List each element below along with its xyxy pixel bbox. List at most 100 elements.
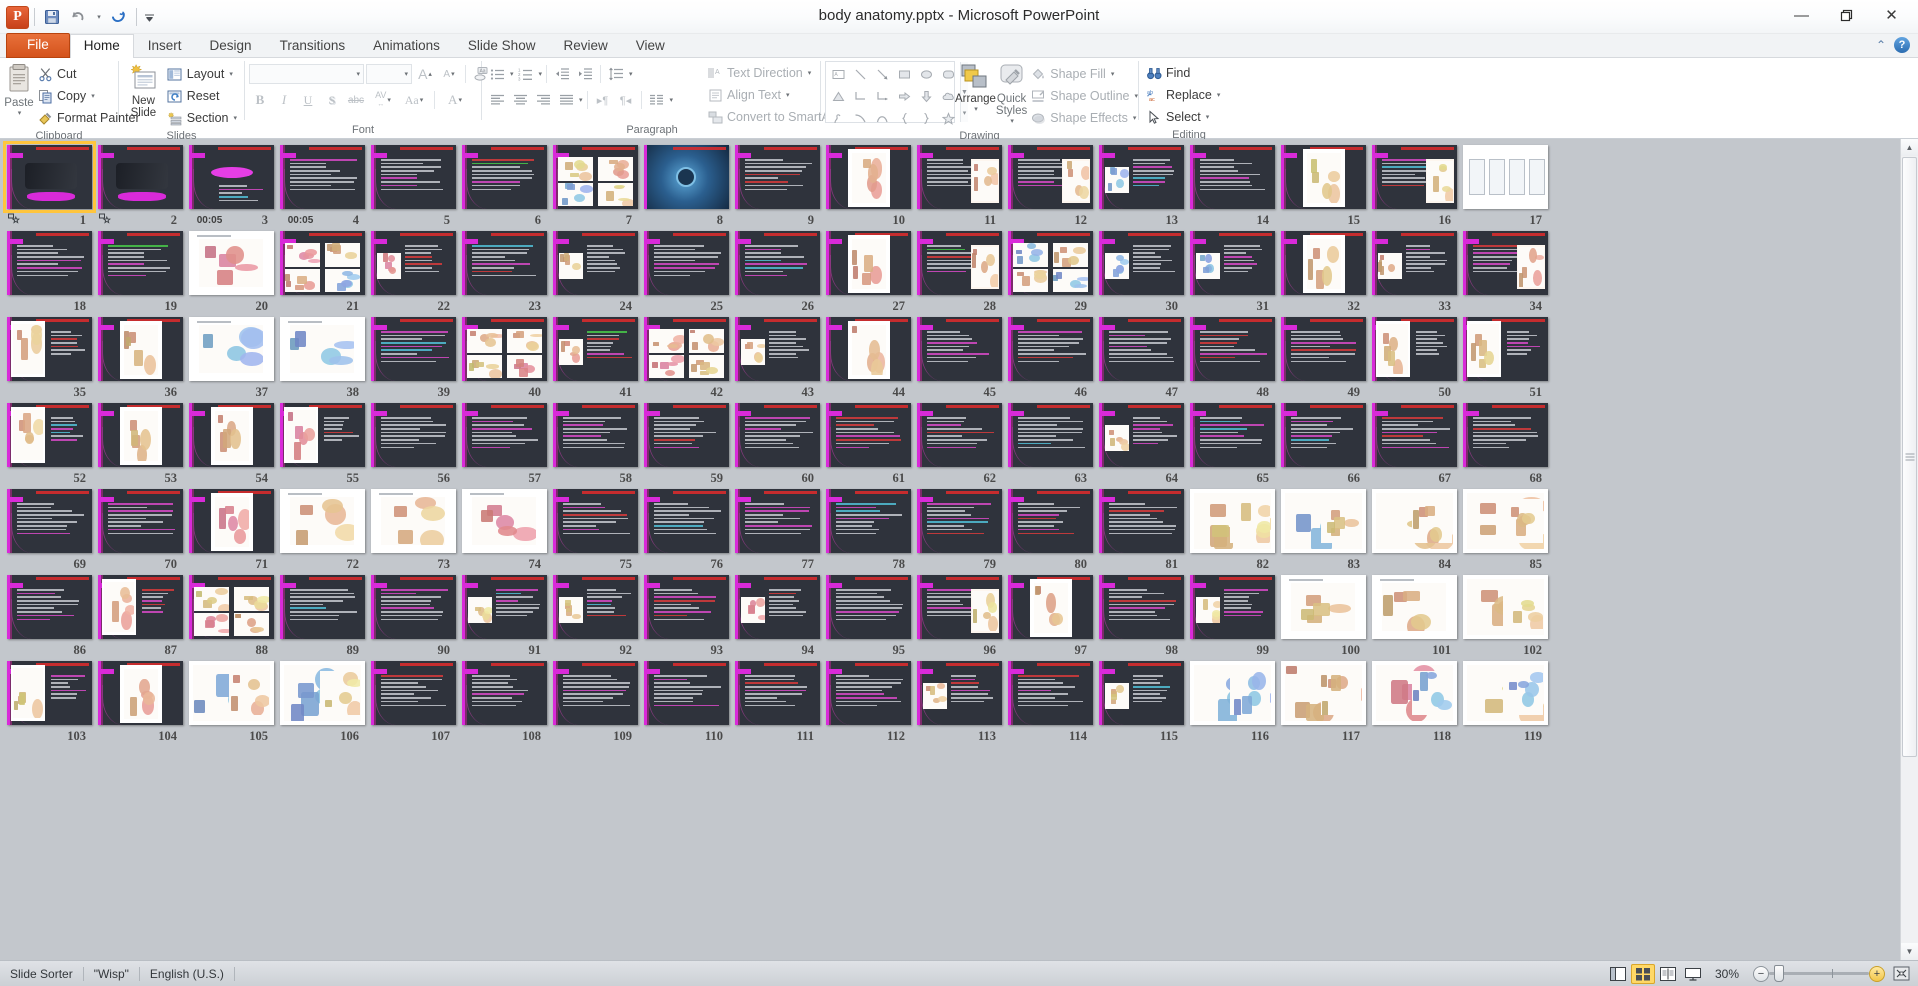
zoom-in-button[interactable]: +	[1869, 965, 1885, 982]
slide-thumbnail-13[interactable]	[1099, 145, 1184, 209]
font-size-input[interactable]: ▾	[366, 64, 412, 84]
slide-thumbnail-22[interactable]	[371, 231, 456, 295]
slide-thumbnail-69[interactable]	[7, 489, 92, 553]
italic-button[interactable]: I	[273, 89, 295, 111]
slide-thumbnail-71[interactable]	[189, 489, 274, 553]
vertical-scrollbar[interactable]: ▲ ▼	[1900, 139, 1918, 960]
slide-transition-indicator[interactable]	[8, 213, 20, 228]
slide-thumbnail-30[interactable]	[1099, 231, 1184, 295]
slide-thumbnail-25[interactable]	[644, 231, 729, 295]
shape-elbow-arrow-icon[interactable]	[871, 85, 893, 107]
slide-thumbnail-78[interactable]	[826, 489, 911, 553]
slide-thumbnail-63[interactable]	[1008, 403, 1093, 467]
shape-textbox-icon[interactable]: A	[827, 63, 849, 85]
slide-thumbnail-61[interactable]	[826, 403, 911, 467]
fit-slide-to-window-button[interactable]	[1890, 964, 1912, 984]
slide-thumbnail-54[interactable]	[189, 403, 274, 467]
slide-thumbnail-8[interactable]	[644, 145, 729, 209]
slide-thumbnail-40[interactable]	[462, 317, 547, 381]
close-button[interactable]: ✕	[1869, 2, 1914, 28]
slide-thumbnail-52[interactable]	[7, 403, 92, 467]
slide-thumbnail-50[interactable]	[1372, 317, 1457, 381]
shape-arc-icon[interactable]	[871, 107, 893, 129]
slide-thumbnail-97[interactable]	[1008, 575, 1093, 639]
slide-thumbnail-60[interactable]	[735, 403, 820, 467]
slide-thumbnail-75[interactable]	[553, 489, 638, 553]
character-spacing-button[interactable]: AV ↔ ▾	[369, 89, 397, 111]
status-theme-name[interactable]: "Wisp"	[84, 964, 139, 984]
slide-thumbnail-87[interactable]	[98, 575, 183, 639]
shape-rectangle-icon[interactable]	[893, 63, 915, 85]
slide-thumbnail-110[interactable]	[644, 661, 729, 725]
text-direction-button[interactable]: A Text Direction ▾	[704, 62, 814, 84]
slide-thumbnail-74[interactable]	[462, 489, 547, 553]
slide-thumbnail-114[interactable]	[1008, 661, 1093, 725]
slide-thumbnail-28[interactable]	[917, 231, 1002, 295]
strikethrough-button[interactable]: abc	[345, 89, 367, 111]
slide-thumbnail-14[interactable]	[1190, 145, 1275, 209]
slide-transition-indicator[interactable]	[99, 213, 111, 228]
slide-thumbnail-42[interactable]	[644, 317, 729, 381]
slide-thumbnail-67[interactable]	[1372, 403, 1457, 467]
paste-button[interactable]: Paste ▾	[4, 61, 34, 117]
slide-thumbnail-17[interactable]	[1463, 145, 1548, 209]
slide-thumbnail-24[interactable]	[553, 231, 638, 295]
zoom-out-button[interactable]: −	[1753, 965, 1769, 982]
zoom-track[interactable]	[1769, 965, 1869, 982]
shape-scribble-icon[interactable]	[827, 107, 849, 129]
tab-file[interactable]: File	[6, 33, 70, 58]
slide-thumbnail-43[interactable]	[735, 317, 820, 381]
align-center-button[interactable]	[509, 89, 531, 111]
slide-thumbnail-18[interactable]	[7, 231, 92, 295]
columns-button[interactable]	[646, 89, 668, 111]
slide-thumbnail-15[interactable]	[1281, 145, 1366, 209]
slide-thumbnail-56[interactable]	[371, 403, 456, 467]
shape-arrow-icon[interactable]	[871, 63, 893, 85]
slide-thumbnail-36[interactable]	[98, 317, 183, 381]
tab-review[interactable]: Review	[549, 34, 621, 58]
slide-thumbnail-84[interactable]	[1372, 489, 1457, 553]
increase-indent-button[interactable]	[574, 63, 596, 85]
slide-thumbnail-12[interactable]	[1008, 145, 1093, 209]
line-spacing-button[interactable]	[605, 63, 627, 85]
scrollbar-thumb[interactable]	[1902, 157, 1917, 757]
shape-down-arrow-icon[interactable]	[915, 85, 937, 107]
tab-view[interactable]: View	[622, 34, 679, 58]
slide-thumbnail-20[interactable]	[189, 231, 274, 295]
bold-button[interactable]: B	[249, 89, 271, 111]
slide-thumbnail-98[interactable]	[1099, 575, 1184, 639]
slide-thumbnail-117[interactable]	[1281, 661, 1366, 725]
slide-thumbnail-49[interactable]	[1281, 317, 1366, 381]
slide-thumbnail-35[interactable]	[7, 317, 92, 381]
tab-insert[interactable]: Insert	[134, 34, 196, 58]
reading-view-button[interactable]	[1656, 964, 1680, 984]
decrease-indent-button[interactable]	[551, 63, 573, 85]
zoom-slider[interactable]: − +	[1753, 965, 1885, 982]
slide-thumbnail-32[interactable]	[1281, 231, 1366, 295]
shape-triangle-icon[interactable]	[827, 85, 849, 107]
slide-thumbnail-9[interactable]	[735, 145, 820, 209]
scroll-up-button[interactable]: ▲	[1901, 139, 1918, 156]
bullets-button[interactable]	[486, 63, 508, 85]
slide-thumbnail-104[interactable]	[98, 661, 183, 725]
slide-thumbnail-44[interactable]	[826, 317, 911, 381]
slide-thumbnail-33[interactable]	[1372, 231, 1457, 295]
arrange-button[interactable]: Arrange ▾	[955, 61, 996, 113]
slide-thumbnail-89[interactable]	[280, 575, 365, 639]
slide-thumbnail-51[interactable]	[1463, 317, 1548, 381]
slide-thumbnail-73[interactable]	[371, 489, 456, 553]
slide-thumbnail-23[interactable]	[462, 231, 547, 295]
slide-thumbnail-116[interactable]	[1190, 661, 1275, 725]
shape-right-arrow-icon[interactable]	[893, 85, 915, 107]
shape-effects-button[interactable]: Shape Effects ▾	[1027, 107, 1141, 129]
slide-thumbnail-58[interactable]	[553, 403, 638, 467]
reset-button[interactable]: Reset	[164, 85, 240, 107]
slide-thumbnail-92[interactable]	[553, 575, 638, 639]
slide-thumbnail-68[interactable]	[1463, 403, 1548, 467]
slide-thumbnail-93[interactable]	[644, 575, 729, 639]
slide-thumbnail-1[interactable]	[3, 141, 96, 213]
slide-thumbnail-41[interactable]	[553, 317, 638, 381]
zoom-level-label[interactable]: 30%	[1706, 967, 1748, 981]
slide-thumbnail-16[interactable]	[1372, 145, 1457, 209]
shape-outline-button[interactable]: Shape Outline ▾	[1027, 85, 1141, 107]
